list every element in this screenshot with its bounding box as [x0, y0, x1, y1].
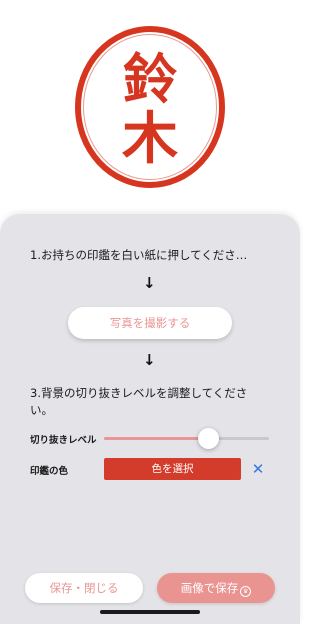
stamp-character: 鈴 — [123, 47, 177, 111]
cutout-level-slider[interactable] — [104, 428, 269, 449]
stamp-color-label: 印鑑の色 — [30, 466, 69, 477]
slider-fill — [104, 437, 208, 440]
cutout-level-label: 切り抜きレベル — [30, 435, 97, 446]
down-arrow-icon: ↓ — [143, 351, 156, 369]
stamp-preview: 鈴 木 — [0, 0, 300, 220]
save-image-label: 画像で保存 — [180, 581, 239, 595]
select-color-button[interactable]: 色を選択 — [104, 458, 241, 480]
slider-thumb[interactable] — [197, 428, 219, 449]
settings-panel: 1.お持ちの印鑑を白い紙に押してくださ… ↓ 写真を撮影する ↓ 3.背景の切り… — [0, 214, 300, 624]
close-icon[interactable]: ✕ — [249, 458, 267, 480]
down-arrow-icon: ↓ — [143, 274, 156, 292]
stamp-image: 鈴 木 — [75, 26, 225, 188]
home-indicator — [100, 610, 200, 614]
crown-icon: ♛ — [240, 586, 252, 597]
step-1-instruction: 1.お持ちの印鑑を白い紙に押してくださ… — [30, 248, 248, 262]
take-photo-button[interactable]: 写真を撮影する — [68, 307, 232, 339]
stamp-character: 木 — [122, 106, 178, 172]
save-image-button[interactable]: 画像で保存 ♛ — [157, 573, 275, 603]
step-3-instruction: 3.背景の切り抜きレベルを調整してください。 — [30, 386, 248, 417]
save-close-button[interactable]: 保存・閉じる — [25, 573, 143, 603]
